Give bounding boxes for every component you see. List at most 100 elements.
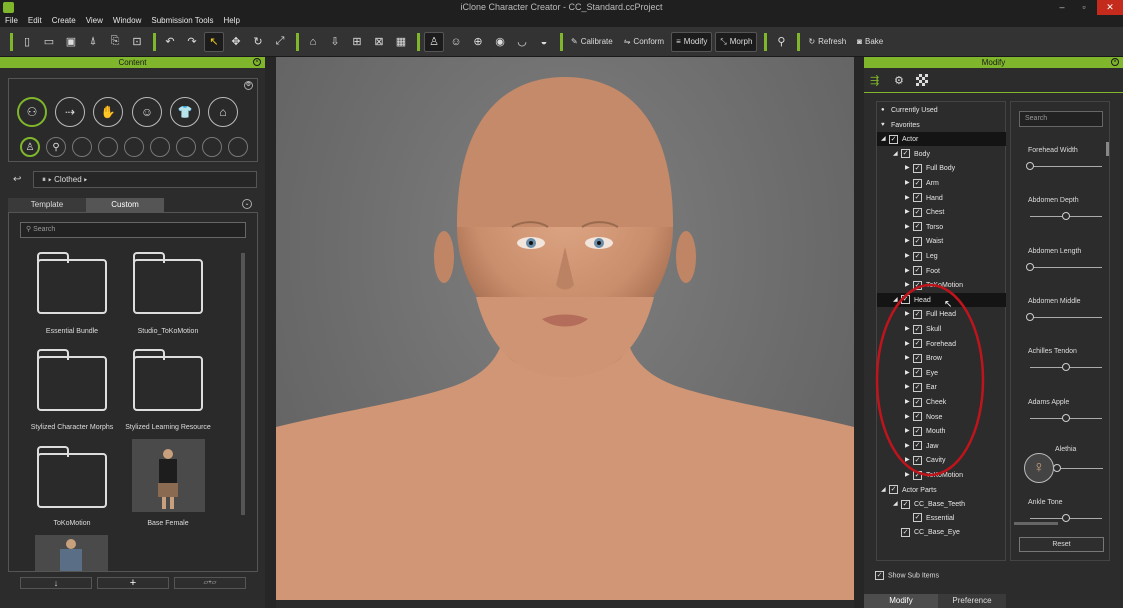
export-icon[interactable]: ⎘ xyxy=(105,32,125,52)
tree-item[interactable]: ▶ ✓ Hand xyxy=(877,191,1006,205)
slider-track[interactable] xyxy=(1030,212,1102,221)
zoom-extent-icon[interactable]: ⊠ xyxy=(369,32,389,52)
expand-arrow-icon[interactable]: ▶ xyxy=(905,264,913,278)
expand-arrow-icon[interactable]: ▶ xyxy=(905,205,913,219)
morph-mode-icon[interactable]: ⚙ xyxy=(894,74,904,87)
full-body-sub-icon[interactable]: ♙ xyxy=(20,137,40,157)
expand-arrow-icon[interactable]: ◢ xyxy=(893,497,901,511)
download-button[interactable]: ↓ xyxy=(20,577,92,589)
slider-handle[interactable] xyxy=(1026,312,1034,321)
home-view-icon[interactable]: ⌂ xyxy=(303,32,323,52)
tab-preference[interactable]: Preference xyxy=(938,594,1006,608)
scrollbar[interactable] xyxy=(241,253,245,515)
slider-track[interactable] xyxy=(1026,162,1102,170)
fit-view-icon[interactable]: ⇩ xyxy=(325,32,345,52)
expand-arrow-icon[interactable]: ◢ xyxy=(881,483,889,497)
slider-track[interactable] xyxy=(1030,514,1102,523)
settings-icon[interactable]: ⚙ xyxy=(244,81,253,90)
body-sub-icon[interactable]: ⚲ xyxy=(46,137,66,157)
skin-category-icon[interactable]: ✋ xyxy=(93,97,123,127)
checkbox-icon[interactable]: ✓ xyxy=(901,528,910,538)
panel-close-icon[interactable]: × xyxy=(1111,58,1119,66)
menu-edit[interactable]: Edit xyxy=(23,15,47,27)
slider-track[interactable] xyxy=(1053,463,1103,472)
head-category-icon[interactable]: ☺ xyxy=(132,97,162,127)
tree-item[interactable]: ◢ ✓ Actor Parts xyxy=(877,483,1006,497)
export-image-icon[interactable]: ⊡ xyxy=(127,32,147,52)
tree-item[interactable]: ◢ ✓ Actor xyxy=(877,132,1006,147)
expand-arrow-icon[interactable]: ▶ xyxy=(905,234,913,248)
checkbox-icon[interactable]: ✓ xyxy=(901,149,910,159)
slider-handle[interactable] xyxy=(1053,463,1061,472)
tree-item[interactable]: ♥ Favorites xyxy=(877,118,1006,132)
breadcrumb[interactable]: ⏸ ▸ Clothed ▸ xyxy=(33,171,257,188)
tree-item[interactable]: ▶ ✓ Waist xyxy=(877,234,1006,248)
folder-icon[interactable] xyxy=(37,446,107,508)
menu-create[interactable]: Create xyxy=(47,15,81,27)
tree-item[interactable]: ▶ ✓ Full Body xyxy=(877,161,1006,175)
expand-arrow-icon[interactable]: ◢ xyxy=(881,132,889,146)
expand-arrow-icon[interactable]: ▶ xyxy=(905,191,913,205)
slider-handle[interactable] xyxy=(1026,162,1034,170)
character-icon[interactable]: ⚲ xyxy=(771,32,791,52)
import-icon[interactable]: ⍋ xyxy=(83,32,103,52)
menu-file[interactable]: File xyxy=(0,15,23,27)
right-splitter[interactable] xyxy=(854,57,864,608)
3d-viewport[interactable] xyxy=(276,57,854,600)
morph-button[interactable]: ⤡ Morph xyxy=(715,31,758,52)
empty-slot-icon[interactable] xyxy=(228,137,248,157)
tree-item[interactable]: ▶ ✓ Arm xyxy=(877,176,1006,190)
full-body-view-icon[interactable]: ♙ xyxy=(424,31,444,52)
tab-modify[interactable]: Modify xyxy=(864,594,938,608)
tree-item[interactable]: ◢ ✓ Body xyxy=(877,147,1006,161)
content-search-input[interactable]: ⚲ Search xyxy=(20,222,246,238)
refresh-button[interactable]: ↻ Refresh xyxy=(804,32,850,52)
frame-selected-icon[interactable]: ⊞ xyxy=(347,32,367,52)
menu-view[interactable]: View xyxy=(81,15,108,27)
folder-icon[interactable] xyxy=(37,252,107,314)
slider-mode-icon[interactable]: ⇶ xyxy=(870,74,879,87)
slider-track[interactable] xyxy=(1026,312,1102,321)
tree-item[interactable]: ▶ ✓ Torso xyxy=(877,220,1006,234)
wireframe-icon[interactable]: ⊕ xyxy=(468,32,488,52)
empty-slot-icon[interactable] xyxy=(98,137,118,157)
menu-help[interactable]: Help xyxy=(218,15,244,27)
rotate-icon[interactable]: ↻ xyxy=(248,32,268,52)
checkbox-icon[interactable]: ✓ xyxy=(913,193,922,203)
close-button[interactable]: ✕ xyxy=(1097,0,1123,15)
maximize-button[interactable]: ▫ xyxy=(1073,0,1095,15)
accessory-category-icon[interactable]: ⌂ xyxy=(208,97,238,127)
show-sub-items-checkbox[interactable]: ✓ Show Sub Items xyxy=(875,571,939,580)
empty-slot-icon[interactable] xyxy=(124,137,144,157)
scrollbar[interactable] xyxy=(1106,142,1109,156)
teeth-view-icon[interactable]: ◒ xyxy=(534,32,554,52)
menu-submission-tools[interactable]: Submission Tools xyxy=(146,15,218,27)
folder-icon[interactable] xyxy=(37,349,107,411)
tree-item[interactable]: ▶ ✓ Foot xyxy=(877,264,1006,278)
tree-item[interactable]: ▶ ✓ Chest xyxy=(877,205,1006,219)
minimize-button[interactable]: – xyxy=(1051,0,1073,15)
add-button[interactable]: + xyxy=(97,577,169,589)
tree-item[interactable]: ● Currently Used xyxy=(877,103,1006,117)
slider-handle[interactable] xyxy=(1062,413,1070,422)
slider-track[interactable] xyxy=(1026,262,1102,271)
cloth-category-icon[interactable]: 👕 xyxy=(170,97,200,127)
conform-button[interactable]: ⇋ Conform xyxy=(620,32,668,52)
empty-slot-icon[interactable] xyxy=(176,137,196,157)
base-female-thumbnail[interactable] xyxy=(132,439,205,512)
slider-handle[interactable] xyxy=(1026,262,1034,271)
bake-button[interactable]: ◙ Bake xyxy=(853,32,887,52)
expand-arrow-icon[interactable]: ▶ xyxy=(905,249,913,263)
undo-icon[interactable]: ↶ xyxy=(160,32,180,52)
checkbox-icon[interactable]: ✓ xyxy=(913,266,922,276)
select-arrow-icon[interactable]: ↖ xyxy=(204,31,224,52)
tab-template[interactable]: Template xyxy=(8,198,86,212)
mouth-view-icon[interactable]: ◡ xyxy=(512,32,532,52)
folder-icon[interactable] xyxy=(133,349,203,411)
tree-item[interactable]: ✓ Essential xyxy=(877,512,1006,526)
empty-slot-icon[interactable] xyxy=(202,137,222,157)
tab-custom[interactable]: Custom xyxy=(86,198,164,212)
slider-track[interactable] xyxy=(1030,363,1102,372)
head-view-icon[interactable]: ☺ xyxy=(446,32,466,52)
h-scrollbar[interactable] xyxy=(1014,522,1058,525)
